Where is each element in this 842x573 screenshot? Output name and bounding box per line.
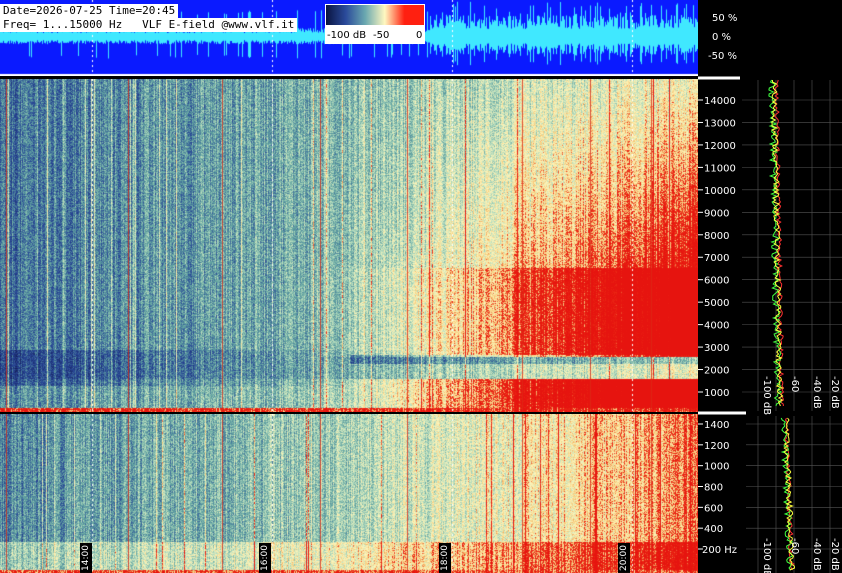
- time-label-1800: 18:00: [439, 543, 451, 573]
- upper-freq-tick: 10000: [704, 186, 736, 197]
- upper-freq-tick: 11000: [704, 163, 736, 174]
- lower-db-tick: -60: [789, 538, 800, 554]
- lower-freq-tick: 400: [704, 524, 723, 535]
- date-time-label: Date=2026-07-25 Time=20:45: [0, 4, 179, 18]
- upper-freq-tick: 2000: [704, 366, 729, 377]
- colorbar-tick-min: -100 dB: [327, 30, 367, 41]
- lower-freq-tick: 600: [704, 503, 723, 514]
- upper-freq-tick: 9000: [704, 208, 729, 219]
- lower-freq-tick: 1200: [704, 441, 729, 452]
- upper-db-tick: -20 dB: [829, 376, 840, 409]
- colorbar-tick-max: 0: [416, 30, 423, 41]
- upper-freq-tick: 13000: [704, 118, 736, 129]
- wave-tick-50: 50 %: [712, 13, 737, 24]
- time-label-1600: 16:00: [259, 543, 271, 573]
- upper-freq-tick: 1000: [704, 388, 729, 399]
- time-label-1400: 14:00: [80, 543, 92, 573]
- colorbar: -100 dB -50 0: [325, 4, 425, 44]
- spectrum-side-panels: 14000 13000 12000 11000 10000 9000 8000 7000 600…: [698, 76, 842, 573]
- lower-db-tick: -20 dB: [829, 538, 840, 571]
- lower-db-tick: -40 dB: [811, 538, 822, 571]
- upper-db-tick: -40 dB: [811, 376, 822, 409]
- upper-freq-tick: 7000: [704, 253, 729, 264]
- upper-freq-tick: 4000: [704, 321, 729, 332]
- colorbar-gradient: [326, 5, 424, 25]
- lower-freq-tick: 1000: [704, 462, 729, 473]
- upper-db-tick: -100 dB: [761, 376, 772, 415]
- upper-freq-tick: 3000: [704, 343, 729, 354]
- lower-spectrogram: [0, 414, 698, 573]
- lower-freq-tick: 1400: [704, 420, 729, 431]
- wave-tick-0: 0 %: [712, 32, 731, 43]
- upper-freq-tick: 8000: [704, 231, 729, 242]
- upper-db-tick: -60: [789, 376, 800, 392]
- time-label-2000: 20:00: [618, 543, 630, 573]
- upper-spectrogram: [0, 79, 698, 412]
- freq-label: Freq= 1...15000 Hz VLF E-field @www.vlf.…: [0, 18, 298, 32]
- upper-freq-tick: 6000: [704, 276, 729, 287]
- upper-freq-tick: 14000: [704, 96, 736, 107]
- colorbar-tick-mid: -50: [373, 30, 390, 41]
- lower-db-tick: -100 dB: [761, 538, 772, 573]
- upper-freq-tick: 12000: [704, 141, 736, 152]
- lower-freq-tick: 200 Hz: [702, 545, 737, 556]
- waveform-scale: 50 % 0 % -50 %: [698, 0, 842, 76]
- upper-freq-tick: 5000: [704, 298, 729, 309]
- wave-tick-m50: -50 %: [708, 51, 737, 62]
- lower-freq-tick: 800: [704, 483, 723, 494]
- spectrogram-screen: 50 % 0 % -50 % Date=2026-07-25 Time=20:4…: [0, 0, 842, 573]
